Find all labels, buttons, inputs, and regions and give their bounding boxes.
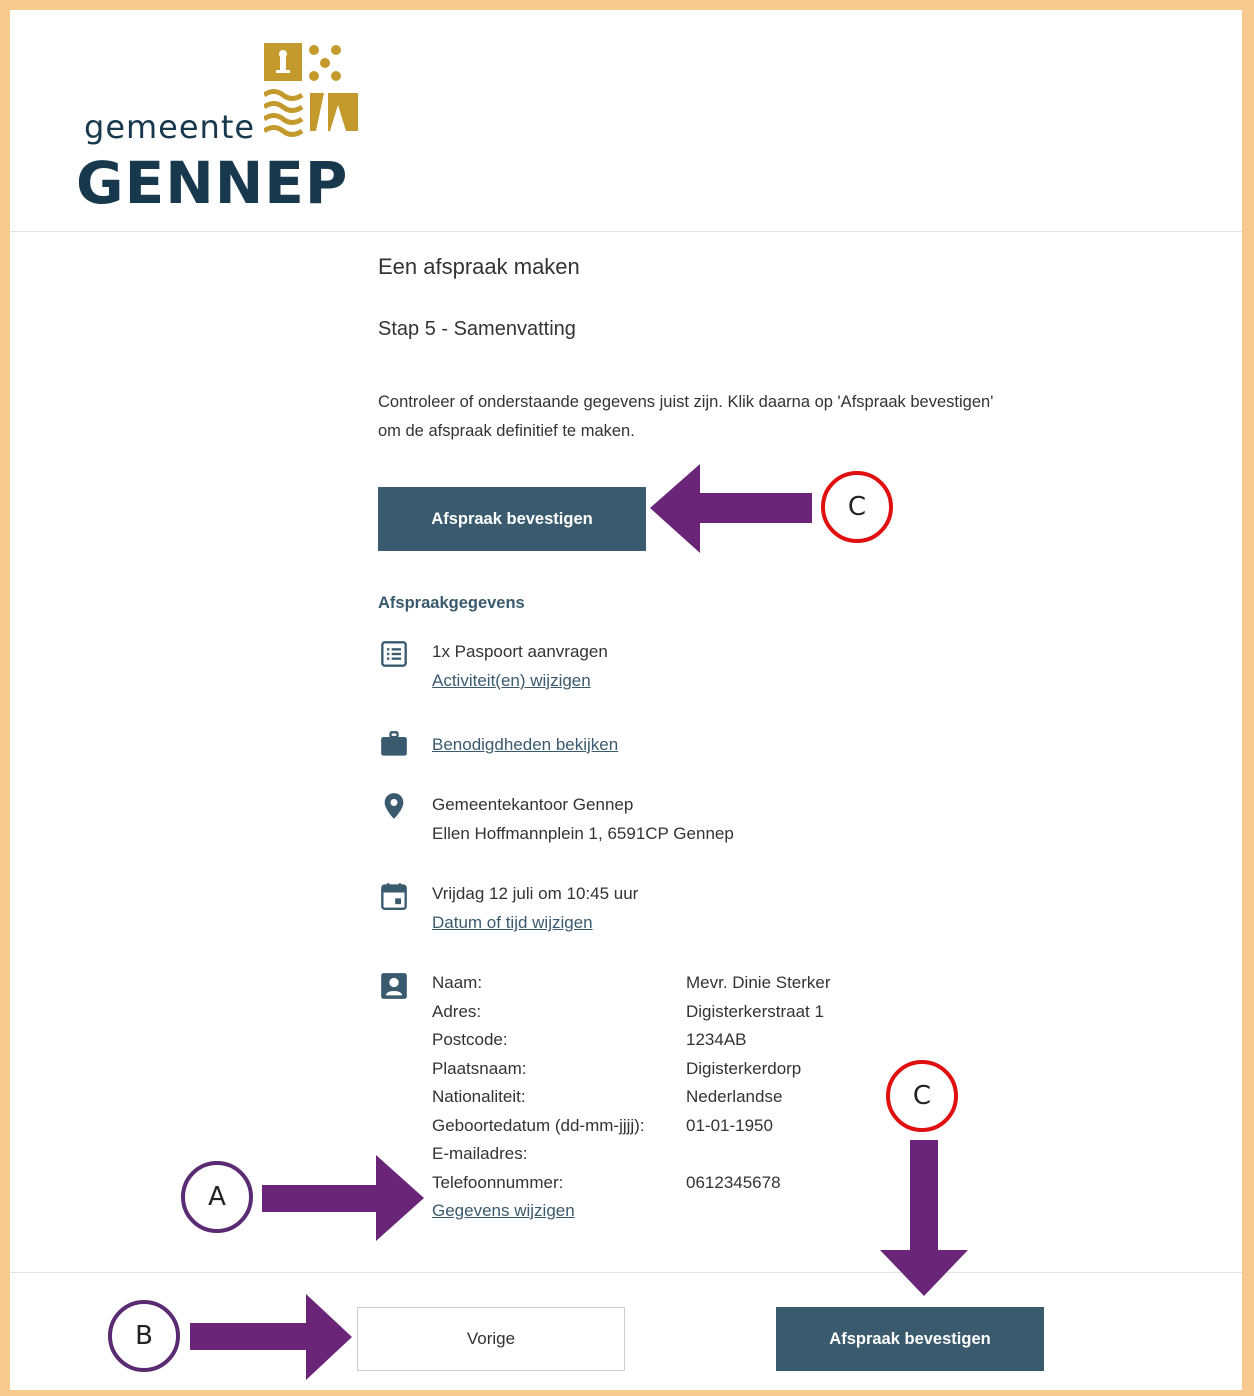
annotation-c-top: C <box>821 471 893 543</box>
annotation-c-bottom: C <box>886 1060 958 1132</box>
arrow-a <box>262 1155 424 1241</box>
arrow-c-top <box>650 464 812 553</box>
annotation-a: A <box>181 1161 253 1233</box>
arrow-c-bottom <box>880 1140 968 1296</box>
arrow-b <box>190 1294 352 1380</box>
annotation-b: B <box>108 1300 180 1372</box>
